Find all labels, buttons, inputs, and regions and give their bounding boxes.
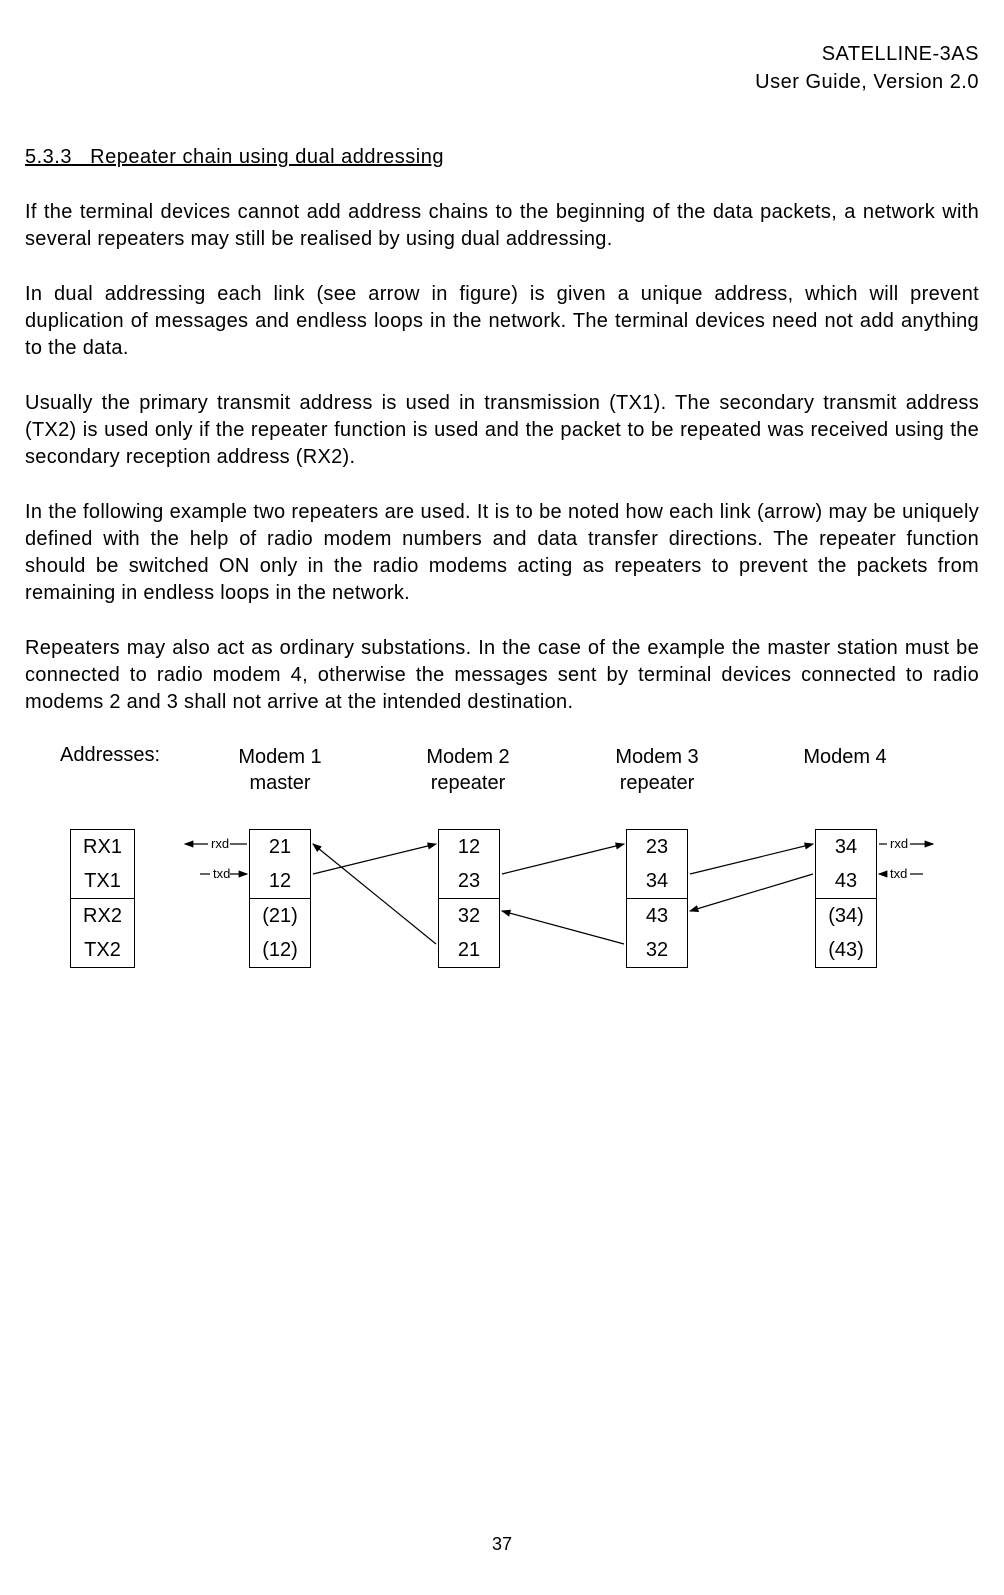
- section-heading: Repeater chain using dual addressing: [90, 146, 444, 168]
- legend-tx1: TX1: [71, 864, 134, 898]
- section-number: 5.3.3: [25, 146, 72, 168]
- paragraph-4: In the following example two repeaters a…: [25, 499, 979, 607]
- rxd-label-right: rxd: [890, 836, 908, 851]
- modem-2-header: Modem 2 repeater: [418, 744, 518, 796]
- legend-tx2: TX2: [71, 933, 134, 967]
- page-number: 37: [492, 1534, 512, 1555]
- header-line1: SATELLINE-3AS: [25, 40, 979, 68]
- header-line2: User Guide, Version 2.0: [25, 68, 979, 96]
- rxd-label-left: rxd: [211, 836, 229, 851]
- modem-4-box: 34 43 (34) (43): [815, 829, 877, 968]
- txd-label-left: txd: [213, 866, 230, 881]
- modem-4-header: Modem 4: [795, 744, 895, 796]
- paragraph-3: Usually the primary transmit address is …: [25, 390, 979, 471]
- legend-box: RX1 TX1 RX2 TX2: [70, 829, 135, 968]
- modem-1-box: 21 12 (21) (12): [249, 829, 311, 968]
- paragraph-2: In dual addressing each link (see arrow …: [25, 281, 979, 362]
- paragraph-5: Repeaters may also act as ordinary subst…: [25, 635, 979, 716]
- modem-3-header: Modem 3 repeater: [607, 744, 707, 796]
- section-title: 5.3.3 Repeater chain using dual addressi…: [25, 146, 979, 169]
- addresses-label: Addresses:: [60, 744, 160, 767]
- paragraph-1: If the terminal devices cannot add addre…: [25, 199, 979, 253]
- page-header: SATELLINE-3AS User Guide, Version 2.0: [25, 40, 979, 96]
- legend-rx1: RX1: [71, 830, 134, 864]
- modem-3-box: 23 34 43 32: [626, 829, 688, 968]
- legend-rx2: RX2: [71, 899, 134, 933]
- modem-1-header: Modem 1 master: [230, 744, 330, 796]
- modem-2-box: 12 23 32 21: [438, 829, 500, 968]
- txd-label-right: txd: [890, 866, 907, 881]
- repeater-diagram: Addresses: Modem 1 master Modem 2 repeat…: [25, 744, 979, 1024]
